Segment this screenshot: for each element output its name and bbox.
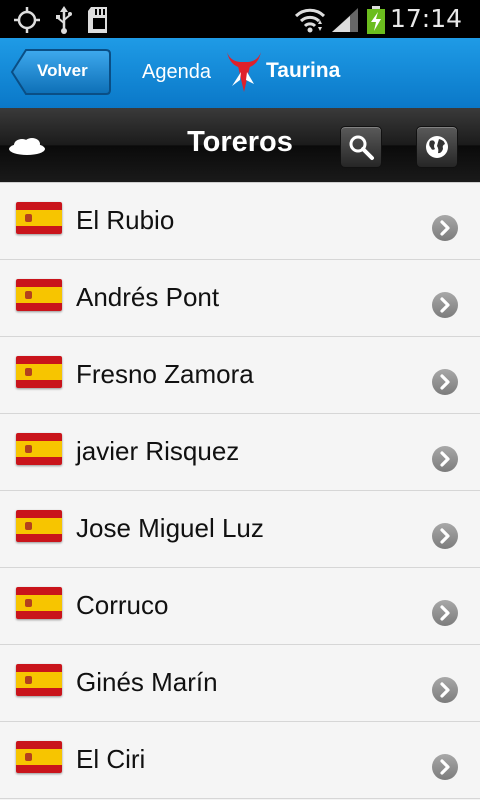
back-button-label: Volver bbox=[37, 61, 88, 80]
spain-flag-icon bbox=[16, 664, 62, 696]
back-button[interactable]: Volver bbox=[10, 48, 112, 96]
wifi-icon bbox=[294, 6, 326, 38]
chevron-right-icon[interactable] bbox=[432, 677, 458, 703]
list-item[interactable]: Corruco bbox=[0, 568, 480, 645]
list-item[interactable]: javier Risquez bbox=[0, 414, 480, 491]
status-bar: 17:14 bbox=[0, 0, 480, 38]
usb-icon bbox=[54, 6, 74, 38]
spain-flag-icon bbox=[16, 356, 62, 388]
toreros-list: El Rubio Andrés Pont Fresno Zamora javie… bbox=[0, 182, 480, 799]
globe-button[interactable] bbox=[416, 126, 458, 168]
chevron-right-icon[interactable] bbox=[432, 600, 458, 626]
spain-flag-icon bbox=[16, 510, 62, 542]
signal-icon bbox=[330, 6, 360, 38]
torero-name: Andrés Pont bbox=[76, 282, 220, 312]
torero-name: Jose Miguel Luz bbox=[76, 513, 264, 543]
chevron-right-icon[interactable] bbox=[432, 523, 458, 549]
search-icon bbox=[349, 135, 374, 160]
spain-flag-icon bbox=[16, 741, 62, 773]
battery-charging-icon bbox=[366, 6, 386, 38]
chevron-right-icon[interactable] bbox=[432, 754, 458, 780]
gps-icon bbox=[12, 6, 42, 38]
clock: 17:14 bbox=[389, 4, 462, 33]
chevron-right-icon[interactable] bbox=[432, 446, 458, 472]
list-item[interactable]: Jose Miguel Luz bbox=[0, 491, 480, 568]
spain-flag-icon bbox=[16, 433, 62, 465]
list-item[interactable]: Andrés Pont bbox=[0, 260, 480, 337]
bull-horns-icon bbox=[224, 50, 264, 100]
torero-name: El Ciri bbox=[76, 744, 146, 774]
logo-text-taurina: Taurina bbox=[266, 59, 341, 82]
sd-card-icon bbox=[86, 6, 112, 38]
search-button[interactable] bbox=[340, 126, 382, 168]
page-title: Toreros bbox=[187, 126, 293, 158]
chevron-right-icon[interactable] bbox=[432, 369, 458, 395]
torero-name: javier Risquez bbox=[76, 436, 240, 466]
app-bar: Volver Agenda Taurina bbox=[0, 38, 480, 108]
chevron-right-icon[interactable] bbox=[432, 292, 458, 318]
list-item[interactable]: El Ciri bbox=[0, 722, 480, 799]
globe-icon bbox=[426, 136, 448, 158]
torero-name: Corruco bbox=[76, 590, 169, 620]
app-logo: Agenda Taurina bbox=[142, 48, 352, 98]
list-item[interactable]: Fresno Zamora bbox=[0, 337, 480, 414]
list-item[interactable]: El Rubio bbox=[0, 182, 480, 260]
spain-flag-icon bbox=[16, 279, 62, 311]
title-bar: Toreros bbox=[0, 108, 480, 182]
torero-name: Fresno Zamora bbox=[76, 359, 254, 389]
spain-flag-icon bbox=[16, 202, 62, 234]
torero-name: El Rubio bbox=[76, 205, 175, 235]
torero-name: Ginés Marín bbox=[76, 667, 218, 697]
list-item[interactable]: Ginés Marín bbox=[0, 645, 480, 722]
chevron-right-icon[interactable] bbox=[432, 215, 458, 241]
logo-text-agenda: Agenda bbox=[142, 61, 211, 83]
spain-flag-icon bbox=[16, 587, 62, 619]
